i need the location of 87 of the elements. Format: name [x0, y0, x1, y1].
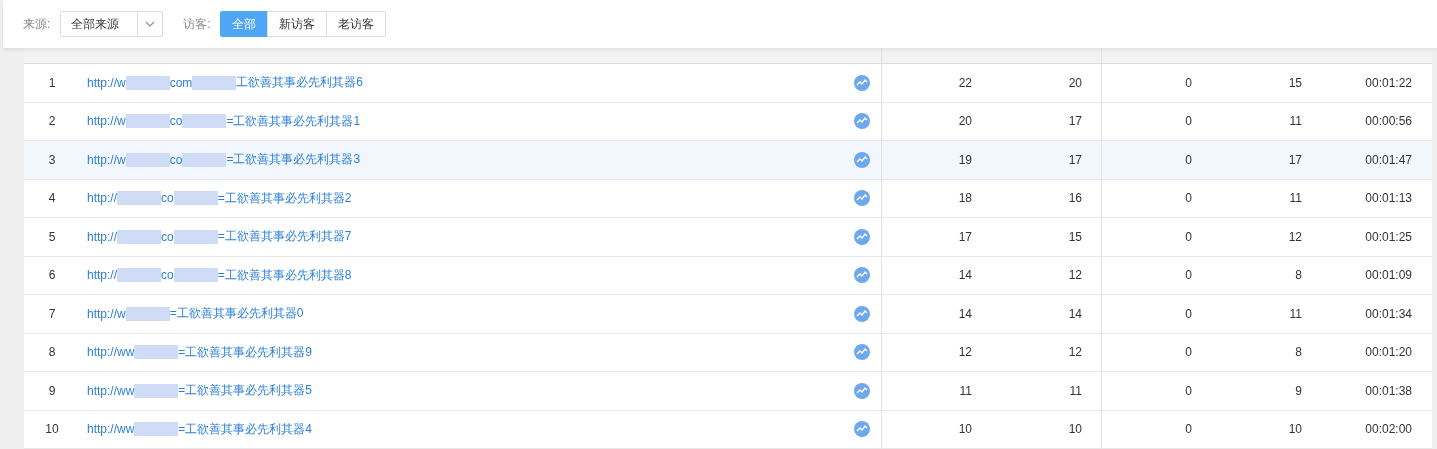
trend-icon[interactable] [853, 113, 870, 130]
table-cell: 8 [1295, 268, 1302, 283]
table-cell: 10 [1288, 422, 1302, 437]
table-cell: 00:01:09 [1365, 268, 1412, 283]
visitor-tab[interactable]: 老访客 [325, 11, 386, 37]
page-link[interactable]: http://w co =工欲善其事必先利其器3 [87, 151, 361, 169]
page-link[interactable]: http://w com 工欲善其事必先利其器6 [87, 74, 364, 92]
table-cell: 00:01:47 [1365, 152, 1412, 167]
table-cell: 15 [1288, 75, 1302, 90]
table-cell: 0 [1185, 191, 1192, 206]
source-label: 来源: [23, 15, 51, 33]
source-dropdown[interactable]: 全部来源 [60, 11, 164, 37]
table-cell: 11 [1289, 306, 1302, 321]
table-cell: 18 [958, 191, 972, 206]
page-link[interactable]: http://ww =工欲善其事必先利其器4 [87, 420, 313, 438]
page-link[interactable]: http://ww =工欲善其事必先利其器5 [87, 382, 313, 400]
table-cell: 17 [958, 229, 972, 244]
rank-cell: 8 [48, 345, 56, 360]
table-cell: 12 [1068, 268, 1082, 283]
table-cell: 00:01:20 [1365, 345, 1412, 360]
table-cell: 19 [958, 152, 972, 167]
table-cell: 17 [1288, 152, 1302, 167]
trend-icon[interactable] [853, 190, 870, 207]
table-cell: 10 [958, 422, 972, 437]
table-cell: 14 [1068, 306, 1082, 321]
table-cell: 0 [1185, 268, 1192, 283]
rank-cell: 6 [48, 268, 56, 283]
table-cell: 14 [958, 306, 972, 321]
table-cell: 8 [1295, 345, 1302, 360]
table-cell: 12 [1288, 229, 1302, 244]
table-cell: 11 [1289, 114, 1302, 129]
table-cell: 11 [1069, 383, 1082, 398]
rank-cell: 10 [45, 422, 59, 437]
table-cell: 15 [1068, 229, 1082, 244]
trend-icon[interactable] [853, 382, 870, 399]
rank-cell: 1 [48, 75, 56, 90]
page-link[interactable]: http:// co =工欲善其事必先利其器7 [87, 228, 352, 246]
trend-icon[interactable] [853, 305, 870, 322]
table-cell: 00:01:13 [1365, 191, 1412, 206]
table-cell: 0 [1185, 306, 1192, 321]
table-cell: 00:01:25 [1365, 229, 1412, 244]
rank-cell: 9 [48, 383, 56, 398]
visitor-label: 访客: [183, 15, 211, 33]
table-cell: 00:01:34 [1365, 306, 1412, 321]
table-cell: 0 [1185, 114, 1192, 129]
trend-icon[interactable] [853, 344, 870, 361]
page-link[interactable]: http://w =工欲善其事必先利其器0 [87, 305, 304, 323]
table-cell: 0 [1185, 75, 1192, 90]
rank-cell: 7 [48, 306, 56, 321]
rank-cell: 4 [48, 191, 56, 206]
visitor-tab[interactable]: 全部 [219, 11, 268, 37]
table-cell: 00:00:56 [1365, 114, 1412, 129]
table-cell: 0 [1185, 422, 1192, 437]
table-cell: 20 [958, 114, 972, 129]
rank-cell: 2 [48, 114, 56, 129]
page-link[interactable]: http:// co =工欲善其事必先利其器8 [87, 266, 352, 284]
table-cell: 11 [959, 383, 972, 398]
table-cell: 0 [1185, 229, 1192, 244]
table-cell: 0 [1185, 383, 1192, 398]
table-cell: 12 [958, 345, 972, 360]
trend-icon[interactable] [853, 267, 870, 284]
table-cell: 11 [1289, 191, 1302, 206]
table-cell: 00:02:00 [1365, 422, 1412, 437]
table-cell: 00:01:22 [1365, 75, 1412, 90]
table-cell: 16 [1068, 191, 1082, 206]
page-link[interactable]: http:// co =工欲善其事必先利其器2 [87, 189, 352, 207]
table-cell: 9 [1295, 383, 1302, 398]
trend-icon[interactable] [853, 151, 870, 168]
table-cell: 17 [1068, 114, 1082, 129]
table-cell: 12 [1068, 345, 1082, 360]
table-cell: 14 [958, 268, 972, 283]
table-cell: 00:01:38 [1365, 383, 1412, 398]
trend-icon[interactable] [853, 421, 870, 438]
table-cell: 20 [1068, 75, 1082, 90]
visitor-tab[interactable]: 新访客 [266, 11, 327, 37]
table-cell: 0 [1185, 345, 1192, 360]
caret-icon [145, 21, 156, 27]
table-cell: 17 [1068, 152, 1082, 167]
trend-icon[interactable] [853, 74, 870, 91]
table-cell: 0 [1185, 152, 1192, 167]
trend-icon[interactable] [853, 228, 870, 245]
table-cell: 10 [1068, 422, 1082, 437]
table-cell: 22 [958, 75, 972, 90]
rank-cell: 3 [48, 152, 56, 167]
page-link[interactable]: http://w co =工欲善其事必先利其器1 [87, 112, 361, 130]
page-link[interactable]: http://ww =工欲善其事必先利其器9 [87, 343, 313, 361]
rank-cell: 5 [48, 229, 56, 244]
